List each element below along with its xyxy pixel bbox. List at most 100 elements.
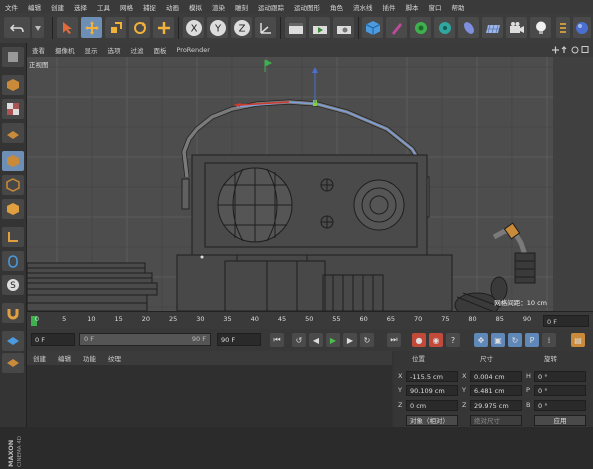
go-to-end-button[interactable]: ⏭ [387, 333, 401, 347]
workplane-mode-button[interactable] [2, 123, 24, 143]
redo-button[interactable] [32, 17, 44, 38]
z-axis-button[interactable]: Z [231, 17, 252, 38]
polygons-mode-button[interactable] [2, 199, 24, 219]
snapping-button[interactable]: S [2, 275, 24, 295]
material-menu-edit[interactable]: 编辑 [52, 353, 77, 363]
keyframe-selection-button[interactable]: ? [446, 333, 460, 347]
menu-sculpt[interactable]: 雕刻 [230, 2, 253, 12]
edges-mode-button[interactable] [2, 175, 24, 195]
size-y-field[interactable]: 6.481 cm [470, 385, 522, 396]
start-frame-field[interactable]: 0 F [31, 333, 75, 346]
render-view-button[interactable] [285, 17, 306, 38]
size-z-field[interactable]: 29.975 cm [470, 400, 522, 411]
autokey-button[interactable]: ◉ [429, 333, 443, 347]
coordinate-mode-dropdown[interactable]: 对象（相对） [406, 415, 458, 426]
deformer-button[interactable] [458, 17, 479, 38]
menu-create[interactable]: 创建 [46, 2, 69, 12]
material-list[interactable] [27, 365, 392, 427]
make-editable-button[interactable] [2, 47, 24, 67]
menu-mograph[interactable]: 运动图形 [289, 2, 325, 12]
floor-button[interactable] [482, 17, 503, 38]
rot-p-field[interactable]: 0 ° [534, 385, 586, 396]
material-menu-texture[interactable]: 纹理 [102, 353, 127, 363]
play-button[interactable]: ▶ [326, 333, 340, 347]
menu-script[interactable]: 脚本 [401, 2, 424, 12]
viewport-menu-options[interactable]: 选项 [103, 45, 126, 55]
tweak-mode-button[interactable] [2, 251, 24, 271]
record-button[interactable]: ● [412, 333, 426, 347]
layout-button[interactable] [556, 17, 570, 38]
menu-snap[interactable]: 捕捉 [138, 2, 161, 12]
menu-character[interactable]: 角色 [325, 2, 348, 12]
key-parameter-button[interactable]: P [525, 333, 539, 347]
model-mode-button[interactable] [2, 75, 24, 95]
coordinate-system-button[interactable] [255, 17, 276, 38]
key-pla-button[interactable]: ⁞ [542, 333, 556, 347]
key-position-button[interactable]: ✥ [474, 333, 488, 347]
axis-mode-button[interactable] [2, 227, 24, 247]
menu-select[interactable]: 选择 [69, 2, 92, 12]
rot-h-field[interactable]: 0 ° [534, 371, 586, 382]
solo-button[interactable] [2, 331, 24, 351]
viewport-nav-controls[interactable] [549, 45, 589, 55]
camera-button[interactable] [506, 17, 527, 38]
points-mode-button[interactable] [2, 151, 24, 171]
menu-edit[interactable]: 编辑 [23, 2, 46, 12]
material-menu-function[interactable]: 功能 [77, 353, 102, 363]
move-tool-button[interactable] [81, 17, 102, 38]
size-mode-dropdown[interactable]: 绝对尺寸 [470, 415, 522, 426]
pos-x-field[interactable]: -115.5 cm [406, 371, 458, 382]
pen-spline-button[interactable] [386, 17, 407, 38]
viewport-menu-panel[interactable]: 面板 [149, 45, 172, 55]
render-settings-button[interactable] [333, 17, 354, 38]
size-x-field[interactable]: 0.004 cm [470, 371, 522, 382]
viewport-menu-view[interactable]: 查看 [27, 45, 50, 55]
timeline-ruler[interactable]: 0 5 10 15 20 25 30 35 40 45 50 55 60 65 70 75 80 85 90 0 F [27, 311, 593, 330]
key-scale-button[interactable]: ▣ [491, 333, 505, 347]
menu-mesh[interactable]: 网格 [115, 2, 138, 12]
render-to-picture-viewer-button[interactable] [309, 17, 330, 38]
apply-button[interactable]: 应用 [534, 415, 586, 426]
next-frame-button[interactable]: ▶ [343, 333, 357, 347]
previous-frame-button[interactable]: ◀ [309, 333, 323, 347]
rot-b-field[interactable]: 0 ° [534, 400, 586, 411]
magnet-button[interactable] [2, 303, 24, 323]
menu-render[interactable]: 渲染 [207, 2, 230, 12]
current-frame-field[interactable]: 0 F [543, 315, 589, 327]
viewport-menu-display[interactable]: 显示 [80, 45, 103, 55]
menu-plugins[interactable]: 插件 [378, 2, 401, 12]
menu-animate[interactable]: 动画 [161, 2, 184, 12]
menu-motion-tracking[interactable]: 运动跟踪 [253, 2, 289, 12]
key-rotation-button[interactable]: ↻ [508, 333, 522, 347]
viewport-menu-cameras[interactable]: 摄像机 [50, 45, 80, 55]
previous-key-button[interactable]: ↺ [292, 333, 306, 347]
texture-mode-button[interactable] [2, 99, 24, 119]
pos-y-field[interactable]: 90.109 cm [406, 385, 458, 396]
next-key-button[interactable]: ↻ [360, 333, 374, 347]
subdivision-surface-button[interactable] [410, 17, 431, 38]
viewport-menu-filter[interactable]: 过滤 [126, 45, 149, 55]
undo-button[interactable] [4, 17, 30, 38]
cube-button[interactable] [362, 17, 383, 38]
rotate-tool-button[interactable] [129, 17, 150, 38]
pos-z-field[interactable]: 0 cm [406, 400, 458, 411]
interactive-render-button[interactable] [573, 17, 591, 38]
workplane-lock-button[interactable] [2, 353, 24, 373]
y-axis-button[interactable]: Y [207, 17, 228, 38]
frame-range-slider[interactable]: 0 F 90 F [79, 333, 211, 346]
timeline-window-button[interactable]: ▤ [571, 333, 585, 347]
scale-tool-button[interactable] [105, 17, 126, 38]
viewport-menu-prorender[interactable]: ProRender [172, 46, 215, 54]
end-frame-field[interactable]: 90 F [217, 333, 261, 346]
live-selection-button[interactable] [57, 17, 78, 38]
menu-tools[interactable]: 工具 [92, 2, 115, 12]
menu-simulate[interactable]: 模拟 [184, 2, 207, 12]
light-button[interactable] [530, 17, 551, 38]
menu-help[interactable]: 帮助 [447, 2, 470, 12]
array-generator-button[interactable] [434, 17, 455, 38]
front-viewport[interactable]: 正视图 网格间距：10 cm [27, 57, 553, 311]
menu-window[interactable]: 窗口 [424, 2, 447, 12]
material-menu-create[interactable]: 创建 [27, 353, 52, 363]
menu-file[interactable]: 文件 [0, 2, 23, 12]
x-axis-button[interactable]: X [183, 17, 204, 38]
